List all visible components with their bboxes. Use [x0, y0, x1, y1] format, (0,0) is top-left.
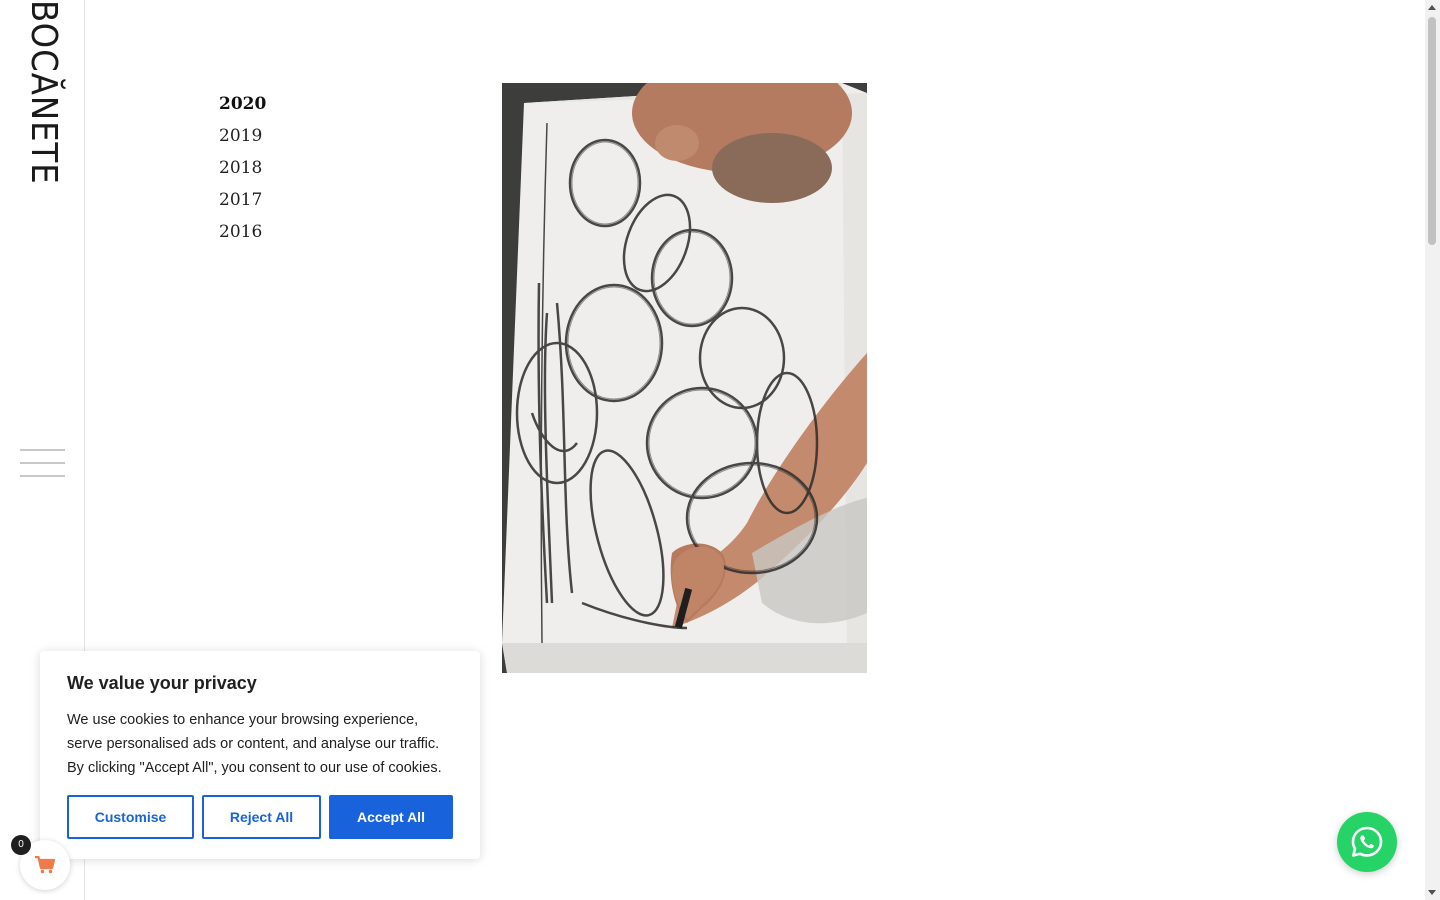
artwork-photo[interactable]	[502, 83, 867, 673]
cart-icon	[35, 856, 55, 874]
scrollbar-thumb[interactable]	[1428, 17, 1436, 245]
page-scrollbar[interactable]	[1425, 0, 1440, 900]
accept-all-button[interactable]: Accept All	[329, 795, 453, 839]
cart-button[interactable]: 0	[11, 835, 70, 890]
year-filter-list: 2020 2019 2018 2017 2016	[219, 88, 266, 248]
site-logo[interactable]: BOCĂNETE	[23, 0, 64, 185]
cookie-consent-banner: We value your privacy We use cookies to …	[40, 651, 480, 859]
logo-text: BOCĂNETE	[23, 0, 64, 185]
hamburger-menu-icon[interactable]	[20, 449, 65, 479]
customise-button[interactable]: Customise	[67, 795, 194, 839]
year-2019-link[interactable]: 2019	[219, 120, 266, 152]
reject-all-button[interactable]: Reject All	[202, 795, 321, 839]
year-2018-link[interactable]: 2018	[219, 152, 266, 184]
whatsapp-chat-button[interactable]	[1337, 812, 1397, 872]
cart-count-badge: 0	[11, 835, 31, 855]
cookie-description: We use cookies to enhance your browsing …	[67, 712, 442, 776]
year-2016-link[interactable]: 2016	[219, 216, 266, 248]
scroll-down-arrow-icon[interactable]	[1428, 890, 1436, 895]
cookie-title: We value your privacy	[67, 673, 257, 693]
year-2020-link[interactable]: 2020	[219, 88, 266, 120]
scroll-up-arrow-icon[interactable]	[1428, 5, 1436, 10]
whatsapp-icon	[1351, 826, 1383, 857]
year-2017-link[interactable]: 2017	[219, 184, 266, 216]
